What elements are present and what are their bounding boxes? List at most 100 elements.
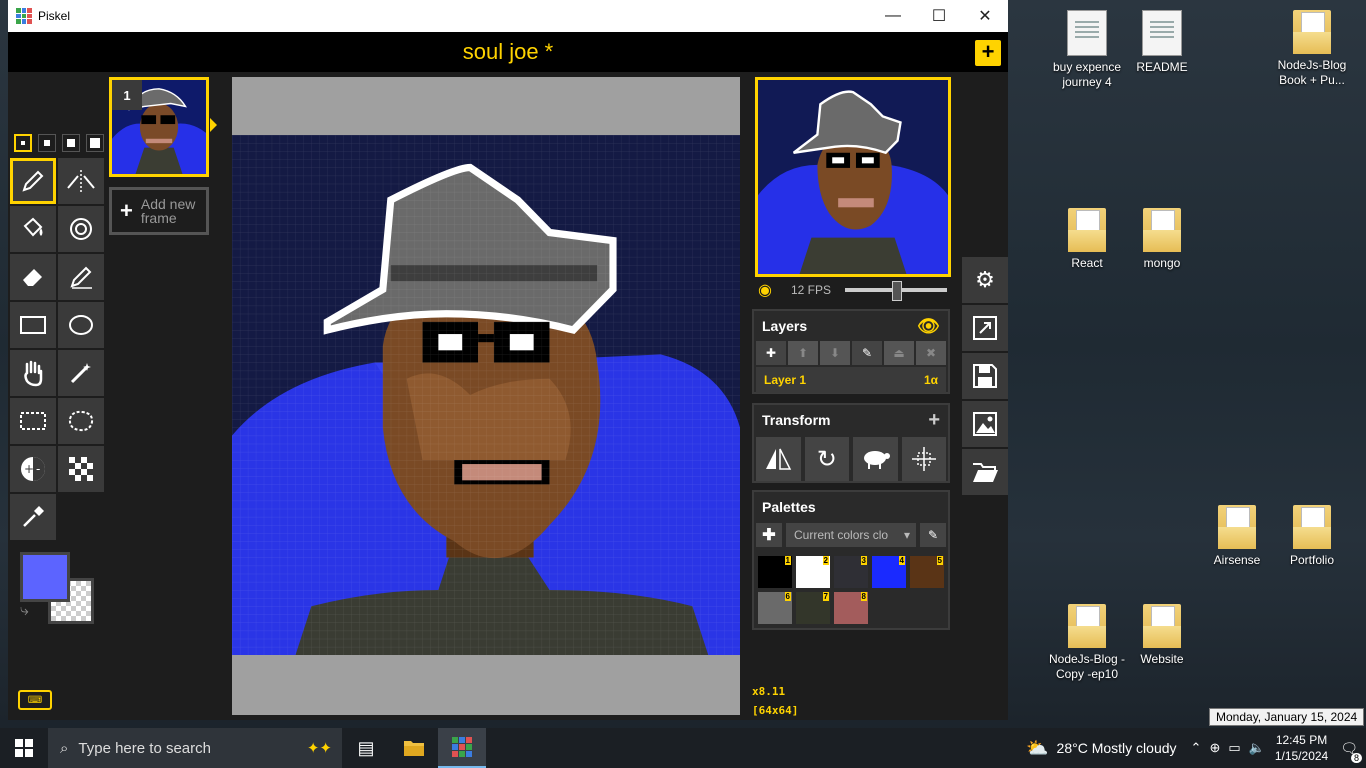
mirror-pen-tool-icon[interactable] [58,158,104,204]
palette-swatch[interactable]: 6 [758,592,792,624]
sparkle-icon: ✦✦ [306,740,332,757]
open-folder-icon[interactable] [962,449,1008,495]
rotate-icon[interactable]: ↻ [804,437,849,481]
flip-icon[interactable] [756,437,801,481]
new-sprite-button[interactable]: + [975,40,1001,66]
palette-swatch[interactable]: 8 [834,592,868,624]
export-image-icon[interactable] [962,401,1008,447]
chevron-up-icon[interactable]: ⌃ [1191,740,1202,756]
weather-widget[interactable]: ⛅ 28°C Mostly cloudy [1026,738,1176,759]
align-center-icon[interactable] [901,437,946,481]
fps-slider[interactable] [845,281,947,301]
maximize-button[interactable]: ☐ [916,0,962,32]
merge-layer-icon[interactable]: ⏏ [884,341,914,365]
desktop-icon-nodejs-blog-copy[interactable]: NodeJs-Blog - Copy -ep10 [1045,604,1129,682]
close-button[interactable]: ✕ [962,0,1008,32]
window-titlebar[interactable]: Piskel — ☐ ✕ [8,0,1008,32]
rectangle-select-tool-icon[interactable] [10,398,56,444]
layer-opacity[interactable]: 1α [924,373,938,387]
taskbar-search[interactable]: ⌕ Type here to search ✦✦ [48,728,342,768]
magic-wand-tool-icon[interactable] [58,350,104,396]
swap-colors-icon[interactable]: ⤷ [20,602,29,620]
desktop-icon-react[interactable]: React [1045,208,1129,271]
palette-swatch[interactable]: 7 [796,592,830,624]
fps-slider-knob[interactable] [891,281,902,301]
animation-preview[interactable] [755,77,951,277]
svg-text:-: - [36,462,40,476]
pen-size-2[interactable] [38,134,56,152]
add-palette-icon[interactable]: ✚ [756,523,782,547]
file-explorer-icon[interactable] [390,728,438,768]
circle-tool-icon[interactable] [58,302,104,348]
desktop-icon-nodejs-blog-book[interactable]: NodeJs-Blog Book + Pu... [1270,10,1354,88]
pen-tool-icon[interactable] [10,158,56,204]
globe-icon[interactable]: ⊕ [1209,740,1220,756]
eye-icon[interactable]: 👁 [917,316,940,337]
resize-icon[interactable] [962,305,1008,351]
desktop-icon-buy-expence[interactable]: buy expence journey 4 [1045,10,1129,90]
desktop-icon-website[interactable]: Website [1120,604,1204,667]
pen-size-3[interactable] [62,134,80,152]
swatch-number: 5 [936,556,943,565]
piskel-window: Piskel — ☐ ✕ soul joe * + + - ⤷ ⌨ 1 + Ad… [8,0,1008,720]
pen-size-1[interactable] [14,134,32,152]
desktop-icon-airsense[interactable]: Airsense [1195,505,1279,568]
add-frame-button[interactable]: + Add new frame [109,187,209,235]
battery-icon[interactable]: ▭ [1228,740,1240,756]
palette-swatch[interactable]: 3 [834,556,868,588]
move-layer-up-icon[interactable]: ⬆ [788,341,818,365]
desktop-icon-portfolio[interactable]: Portfolio [1270,505,1354,568]
color-picker-tool-icon[interactable] [10,494,56,540]
add-frame-label: Add new frame [140,196,196,226]
keyboard-shortcuts-icon[interactable]: ⌨ [18,690,52,710]
delete-layer-icon[interactable]: ✖ [916,341,946,365]
primary-color-swatch[interactable] [20,552,70,602]
rename-layer-icon[interactable]: ✎ [852,341,882,365]
swatch-number: 1 [784,556,791,565]
edit-palette-icon[interactable]: ✎ [920,523,946,547]
add-layer-icon[interactable]: ✚ [756,341,786,365]
palette-swatch[interactable]: 1 [758,556,792,588]
swatch-number: 2 [822,556,829,565]
onion-skin-icon[interactable]: ◉ [753,280,777,300]
start-button[interactable] [0,728,48,768]
lasso-select-tool-icon[interactable] [58,398,104,444]
eraser-tool-icon[interactable] [10,254,56,300]
search-placeholder: Type here to search [78,739,211,757]
folder-icon [1068,604,1106,648]
desktop-icon-readme[interactable]: README [1120,10,1204,75]
palette-select[interactable]: Current colors clo ▾ [786,523,916,547]
pen-size-4[interactable] [86,134,104,152]
layer-item[interactable]: Layer 1 1α [756,367,946,393]
stroke-tool-icon[interactable] [58,254,104,300]
minimize-button[interactable]: — [870,0,916,32]
paint-same-color-tool-icon[interactable] [58,206,104,252]
speaker-icon[interactable]: 🔈 [1249,740,1265,756]
paint-bucket-tool-icon[interactable] [10,206,56,252]
rectangle-tool-icon[interactable] [10,302,56,348]
piskel-taskbar-icon[interactable] [438,728,486,768]
drawing-canvas[interactable] [232,77,740,715]
move-hand-tool-icon[interactable] [10,350,56,396]
swatch-number: 7 [822,592,829,601]
document-icon [1142,10,1182,56]
notifications-icon[interactable]: 🗨 8 [1340,740,1362,763]
save-floppy-icon[interactable] [962,353,1008,399]
palette-swatch[interactable]: 5 [910,556,944,588]
weather-text: 28°C Mostly cloudy [1056,740,1177,756]
taskbar-clock[interactable]: 12:45 PM 1/15/2024 [1275,732,1328,764]
move-layer-down-icon[interactable]: ⬇ [820,341,850,365]
expand-plus-icon[interactable]: + [928,409,940,432]
settings-gear-icon[interactable]: ⚙ [962,257,1008,303]
task-view-icon[interactable]: ▤ [342,728,390,768]
chevron-down-icon: ▾ [903,528,910,542]
clone-sheep-icon[interactable] [853,437,898,481]
palette-swatch[interactable]: 2 [796,556,830,588]
frame-thumbnail[interactable]: 1 [109,77,209,177]
document-title[interactable]: soul joe * [463,39,554,64]
windows-logo-icon [15,739,33,757]
lighten-tool-icon[interactable]: + - [10,446,56,492]
desktop-icon-mongo[interactable]: mongo [1120,208,1204,271]
dithering-tool-icon[interactable] [58,446,104,492]
palette-swatch[interactable]: 4 [872,556,906,588]
